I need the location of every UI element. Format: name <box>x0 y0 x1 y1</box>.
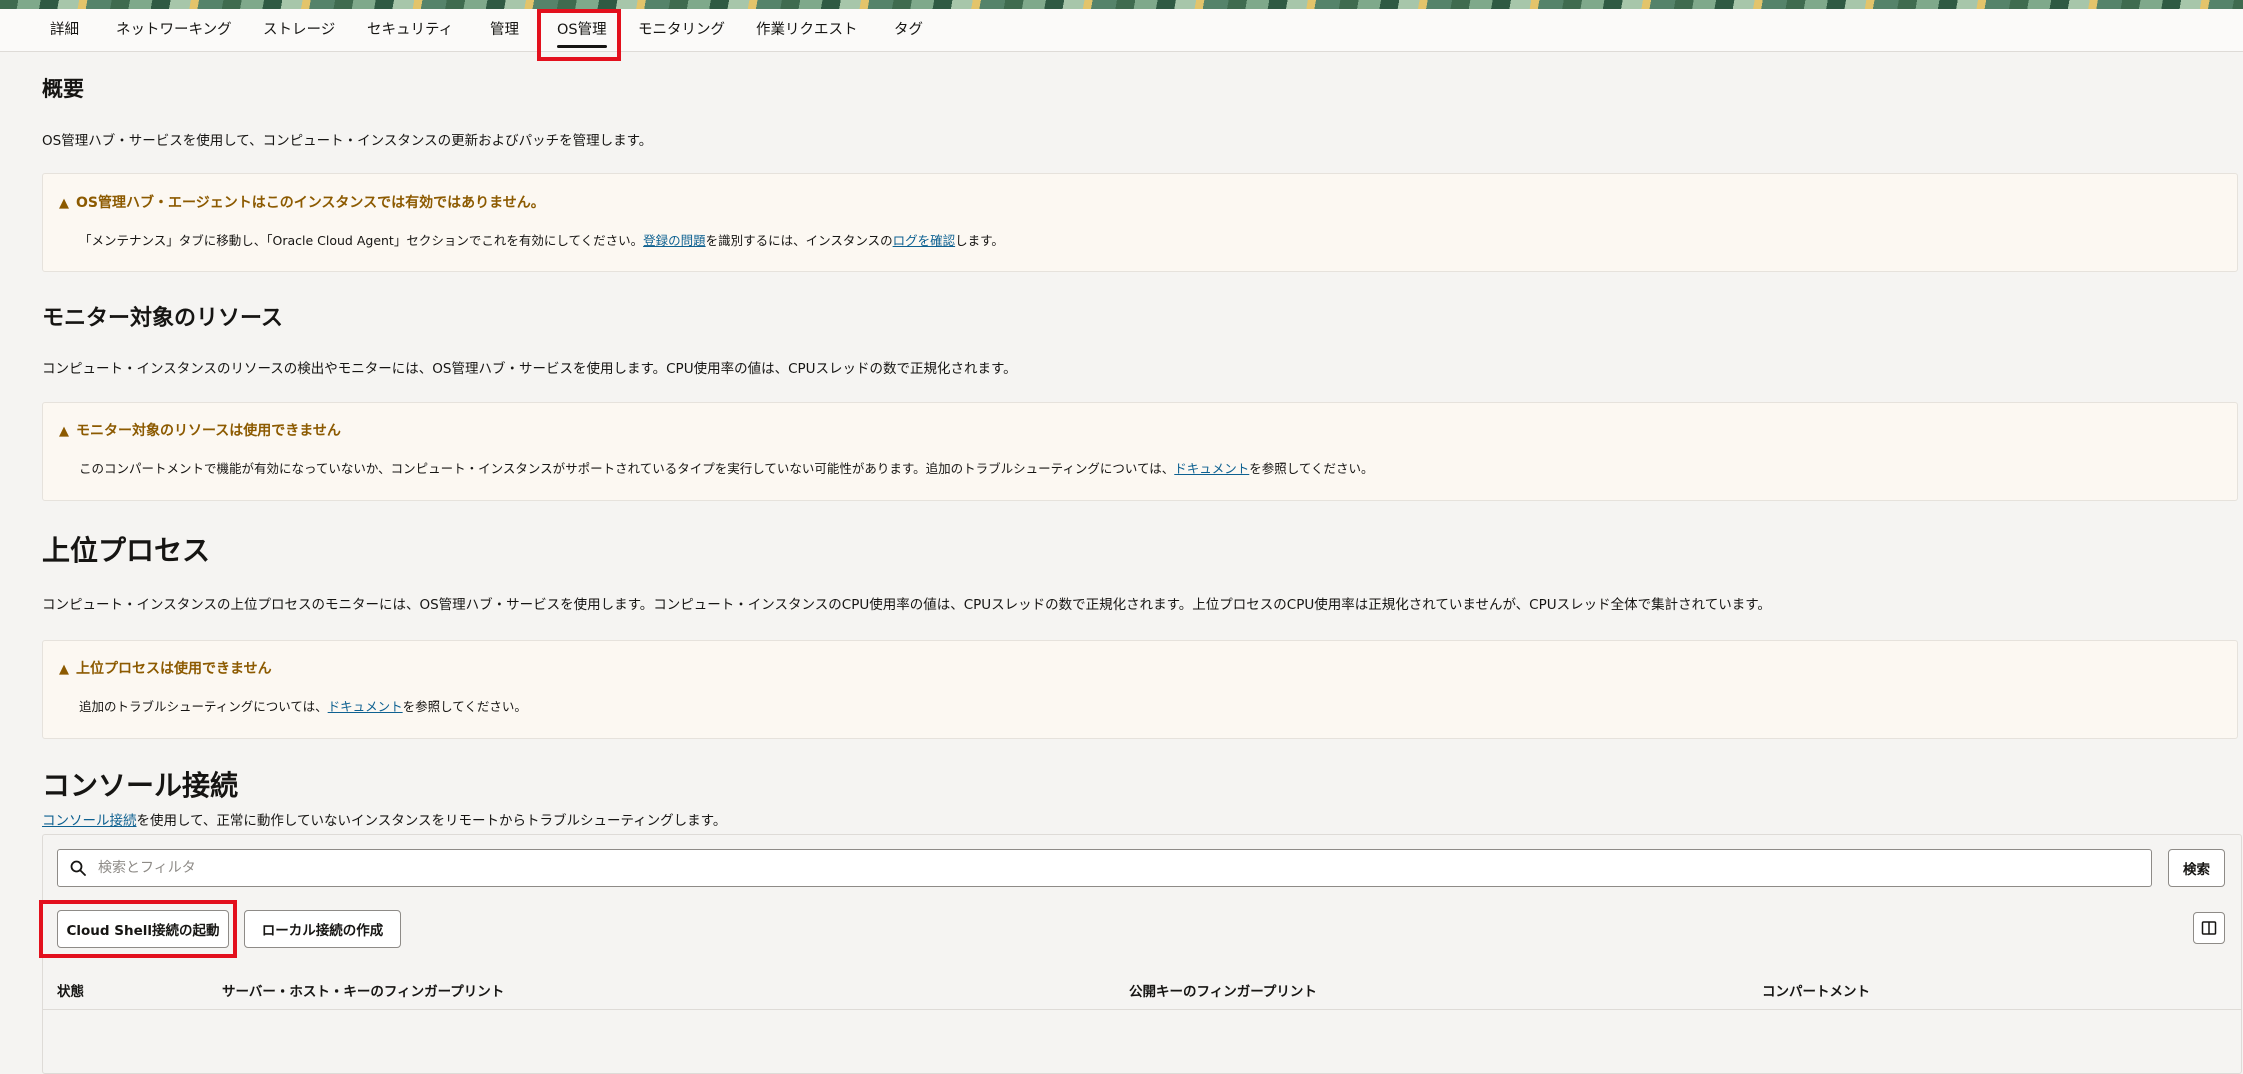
tab-tags[interactable]: タグ <box>894 9 923 52</box>
tab-storage[interactable]: ストレージ <box>263 9 335 52</box>
header-banner <box>0 0 2243 9</box>
column-header-server-host-key-fingerprint[interactable]: サーバー・ホスト・キーのフィンガープリント <box>222 980 504 1000</box>
overview-description: OS管理ハブ・サービスを使用して、コンピュート・インスタンスの更新およびパッチを… <box>42 133 653 149</box>
launch-cloud-shell-connection-button[interactable]: Cloud Shell接続の起動 <box>57 910 229 948</box>
top-processes-alert-body: 追加のトラブルシューティングについては、ドキュメントを参照してください。 <box>79 699 527 714</box>
tab-work-requests[interactable]: 作業リクエスト <box>756 9 858 52</box>
console-connections-heading: コンソール接続 <box>42 769 239 802</box>
column-toggle-button[interactable] <box>2193 912 2225 944</box>
monitored-resources-alert-body: このコンパートメントで機能が有効になっていないか、コンピュート・インスタンスがサ… <box>79 461 1374 476</box>
column-header-compartment[interactable]: コンパートメント <box>1762 980 1870 1000</box>
os-agent-alert: ▲ OS管理ハブ・エージェントはこのインスタンスでは有効ではありません。 「メンテ… <box>42 173 2238 272</box>
columns-icon <box>2201 921 2217 935</box>
tab-management[interactable]: 管理 <box>490 9 519 52</box>
tab-monitoring[interactable]: モニタリング <box>638 9 725 52</box>
top-processes-alert-title: ▲ 上位プロセスは使用できません <box>59 661 272 677</box>
registration-issues-link[interactable]: 登録の問題 <box>643 233 706 248</box>
column-header-public-key-fingerprint[interactable]: 公開キーのフィンガープリント <box>1129 980 1317 1000</box>
warning-icon: ▲ <box>59 196 69 211</box>
tab-bar: 詳細 ネットワーキング ストレージ セキュリティ 管理 OS管理 モニタリング … <box>0 9 2243 52</box>
monitored-resources-heading: モニター対象のリソース <box>42 306 283 331</box>
top-processes-alert: ▲ 上位プロセスは使用できません 追加のトラブルシューティングについては、ドキュメ… <box>42 640 2238 739</box>
monitored-resources-description: コンピュート・インスタンスのリソースの検出やモニターには、OS管理ハブ・サービス… <box>42 361 1017 377</box>
monitored-resources-alert-title: ▲ モニター対象のリソースは使用できません <box>59 423 341 439</box>
search-filter-box[interactable] <box>57 849 2152 887</box>
console-connections-description: コンソール接続を使用して、正常に動作していないインスタンスをリモートからトラブル… <box>42 813 727 829</box>
os-agent-alert-body: 「メンテナンス」タブに移動し、「Oracle Cloud Agent」セクション… <box>79 233 1004 248</box>
active-tab-indicator <box>557 45 607 48</box>
overview-heading: 概要 <box>42 77 84 101</box>
tab-os-management-label: OS管理 <box>557 22 607 38</box>
top-processes-heading: 上位プロセス <box>42 534 211 567</box>
tab-networking[interactable]: ネットワーキング <box>116 9 232 52</box>
check-logs-link[interactable]: ログを確認 <box>893 233 956 248</box>
top-processes-description: コンピュート・インスタンスの上位プロセスのモニターには、OS管理ハブ・サービスを… <box>42 597 1771 613</box>
create-local-connection-button[interactable]: ローカル接続の作成 <box>244 910 401 948</box>
warning-icon: ▲ <box>59 662 69 677</box>
search-icon <box>70 860 86 876</box>
search-input[interactable] <box>96 850 2136 886</box>
tab-security[interactable]: セキュリティ <box>367 9 453 52</box>
warning-icon: ▲ <box>59 424 69 439</box>
console-connections-link[interactable]: コンソール接続 <box>42 813 137 829</box>
tab-os-management[interactable]: OS管理 <box>557 9 607 52</box>
documentation-link[interactable]: ドキュメント <box>328 699 403 714</box>
monitored-resources-alert: ▲ モニター対象のリソースは使用できません このコンパートメントで機能が有効になっ… <box>42 402 2238 501</box>
console-connections-table-header: 状態 サーバー・ホスト・キーのフィンガープリント 公開キーのフィンガープリント … <box>43 966 2241 1010</box>
tab-details[interactable]: 詳細 <box>50 9 79 52</box>
search-button[interactable]: 検索 <box>2168 849 2225 887</box>
column-header-state[interactable]: 状態 <box>57 980 84 1000</box>
os-agent-alert-title: ▲ OS管理ハブ・エージェントはこのインスタンスでは有効ではありません。 <box>59 195 545 211</box>
documentation-link[interactable]: ドキュメント <box>1174 461 1249 476</box>
